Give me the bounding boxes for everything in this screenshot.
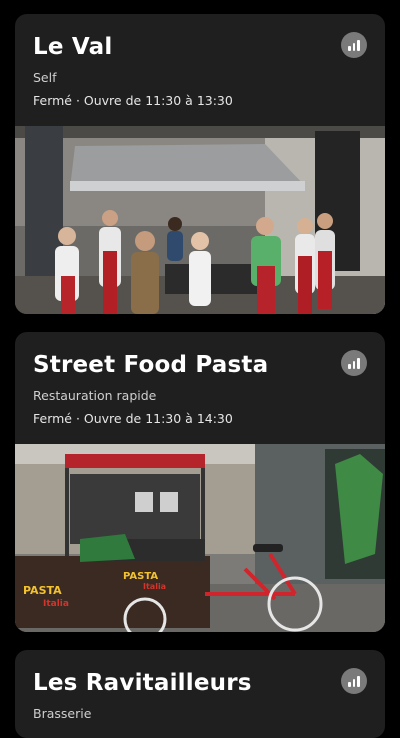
restaurant-name: Les Ravitailleurs xyxy=(33,670,252,696)
restaurant-card-le-val[interactable]: Le Val Self Fermé · Ouvre de 11:30 à 13:… xyxy=(15,14,385,314)
restaurant-category: Self xyxy=(33,70,57,85)
sign-text-pasta: PASTA xyxy=(23,584,62,597)
bar-chart-icon[interactable] xyxy=(341,32,367,58)
card-header: Le Val Self Fermé · Ouvre de 11:30 à 13:… xyxy=(15,14,385,126)
restaurant-hours: Fermé · Ouvre de 11:30 à 13:30 xyxy=(33,93,233,108)
restaurant-category: Brasserie xyxy=(33,706,92,721)
restaurant-name: Street Food Pasta xyxy=(33,352,269,378)
svg-text:PASTA: PASTA xyxy=(123,571,158,582)
bar-chart-icon[interactable] xyxy=(341,668,367,694)
bar-chart-icon[interactable] xyxy=(341,350,367,376)
restaurant-photo xyxy=(15,126,385,314)
restaurant-hours: Fermé · Ouvre de 11:30 à 14:30 xyxy=(33,411,233,426)
restaurant-category: Restauration rapide xyxy=(33,388,157,403)
svg-text:Italia: Italia xyxy=(143,582,166,591)
restaurant-name: Le Val xyxy=(33,34,113,60)
card-header: Les Ravitailleurs Brasserie xyxy=(15,650,385,738)
restaurant-photo: PASTA Italia PASTA Italia xyxy=(15,444,385,632)
restaurant-list: Le Val Self Fermé · Ouvre de 11:30 à 13:… xyxy=(0,0,400,738)
restaurant-card-les-ravitailleurs[interactable]: Les Ravitailleurs Brasserie xyxy=(15,650,385,738)
card-header: Street Food Pasta Restauration rapide Fe… xyxy=(15,332,385,444)
sign-text-italia: Italia xyxy=(43,599,69,609)
restaurant-card-street-food-pasta[interactable]: Street Food Pasta Restauration rapide Fe… xyxy=(15,332,385,632)
